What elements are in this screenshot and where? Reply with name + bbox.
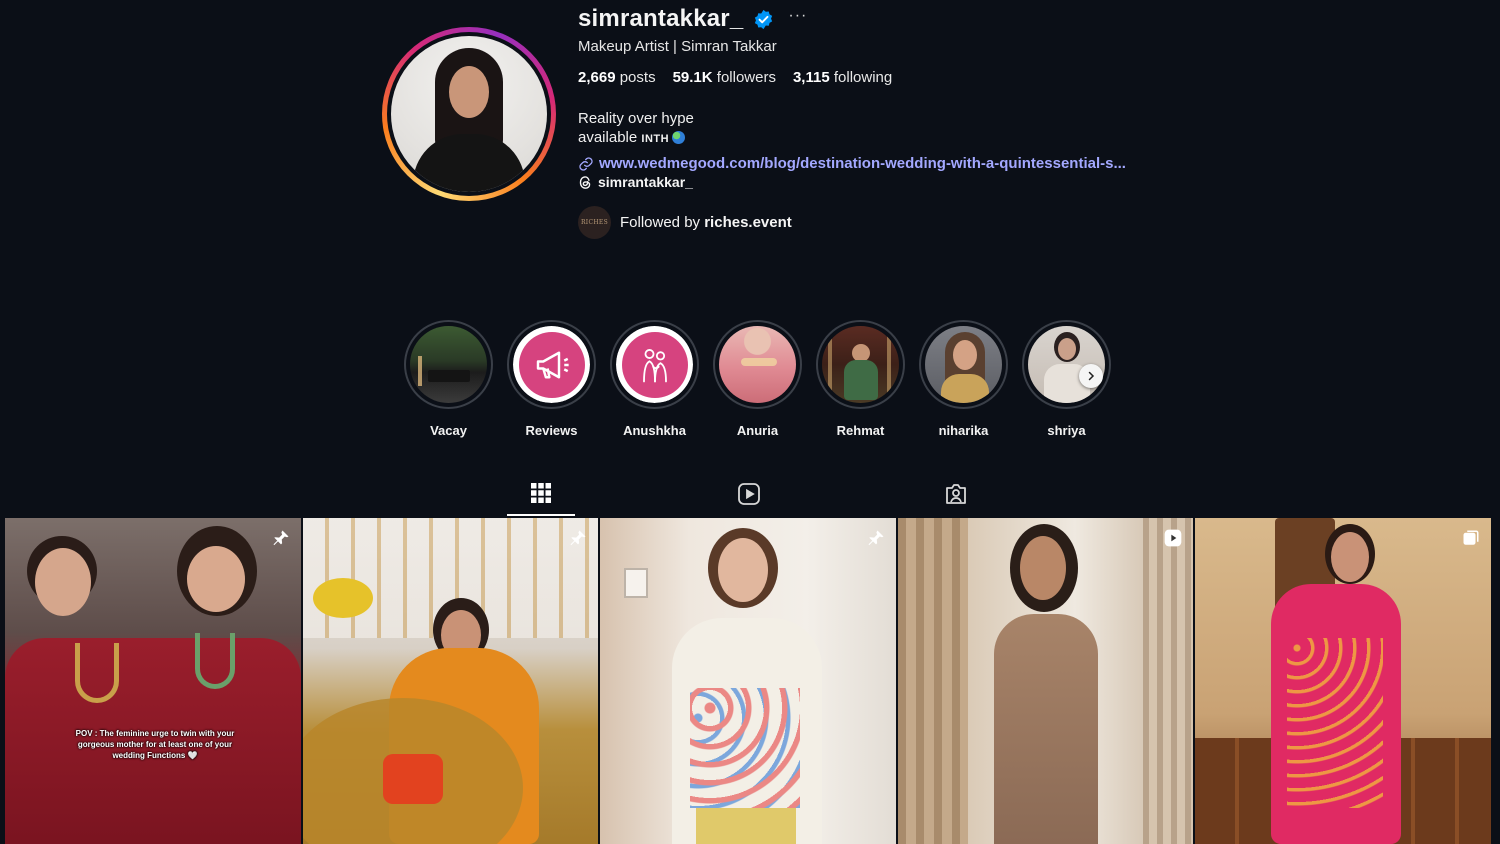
carousel-icon <box>1461 528 1481 548</box>
threads-link[interactable]: simrantakkar_ <box>578 174 693 190</box>
highlight-anushkha[interactable]: Anushkha <box>610 320 699 438</box>
pin-icon <box>568 528 588 548</box>
profile-tabs <box>0 472 1500 516</box>
post-caption-overlay: POV : The feminine urge to twin with you… <box>75 729 235 760</box>
threads-icon <box>579 175 591 189</box>
posts-count-stat: 2,669 posts <box>578 69 656 86</box>
follower-avatar: RICHES <box>578 206 611 239</box>
highlights-next-button[interactable] <box>1079 364 1103 388</box>
username-row: simrantakkar_ ··· <box>578 4 807 34</box>
couple-sketch-icon <box>642 348 667 382</box>
post-tile[interactable]: POV : The feminine urge to twin with you… <box>5 518 301 844</box>
highlight-anuria[interactable]: Anuria <box>713 320 802 438</box>
chevron-right-icon <box>1088 371 1095 381</box>
verified-badge-icon <box>755 9 773 29</box>
followed-by[interactable]: RICHES Followed by riches.event <box>578 206 792 239</box>
reels-icon <box>738 483 760 505</box>
highlight-vacay[interactable]: Vacay <box>404 320 493 438</box>
profile-stats: 2,669 posts 59.1K followers 3,115 follow… <box>578 69 892 86</box>
megaphone-icon <box>536 351 569 378</box>
highlight-shriya[interactable]: shriya <box>1022 320 1111 438</box>
reel-icon <box>1163 528 1183 548</box>
post-tile[interactable] <box>302 518 599 844</box>
profile-avatar[interactable] <box>382 27 556 201</box>
post-tile[interactable] <box>897 518 1194 844</box>
profile-full-name: Makeup Artist | Simran Takkar <box>578 38 777 55</box>
bio-link[interactable]: www.wedmegood.com/blog/destination-weddi… <box>578 155 1126 172</box>
tagged-icon <box>946 484 966 504</box>
globe-icon <box>672 131 686 144</box>
post-tile[interactable] <box>1195 518 1491 844</box>
highlight-rehmat[interactable]: Rehmat <box>816 320 905 438</box>
post-tile[interactable] <box>600 518 896 844</box>
posts-grid: POV : The feminine urge to twin with you… <box>5 518 1491 844</box>
grid-icon <box>531 483 551 503</box>
highlight-reviews[interactable]: Reviews <box>507 320 596 438</box>
profile-bio: Reality over hype available INTH <box>578 109 694 149</box>
more-dots-icon[interactable]: ··· <box>788 7 807 25</box>
pin-icon <box>866 528 886 548</box>
threads-handle: simrantakkar_ <box>598 174 693 190</box>
followers-stat[interactable]: 59.1K followers <box>673 69 776 86</box>
bio-line-1: Reality over hype <box>578 110 694 127</box>
tab-reels[interactable] <box>715 472 783 516</box>
highlight-niharika[interactable]: niharika <box>919 320 1008 438</box>
following-stat[interactable]: 3,115 following <box>793 69 892 86</box>
pin-icon <box>271 528 291 548</box>
tab-tagged[interactable] <box>922 472 990 516</box>
tab-posts[interactable] <box>507 472 575 516</box>
bio-line-2: available INTH <box>578 128 694 149</box>
link-icon <box>579 156 593 171</box>
followed-by-text: Followed by riches.event <box>620 214 792 231</box>
bio-link-url[interactable]: www.wedmegood.com/blog/destination-weddi… <box>599 155 1126 172</box>
story-highlights: Vacay Reviews Anushkha Anuria Rehmat nih… <box>404 320 1111 438</box>
profile-username[interactable]: simrantakkar_ <box>578 5 743 33</box>
